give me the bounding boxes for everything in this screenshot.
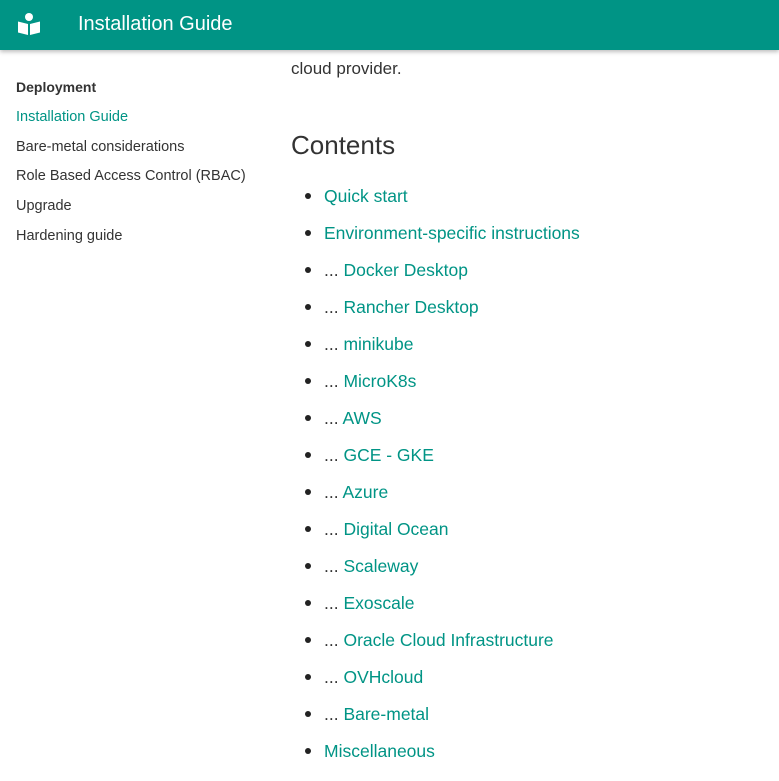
toc-list-item: ... Scaleway [291, 554, 580, 591]
sidebar-item-installation-guide[interactable]: Installation Guide [16, 108, 276, 126]
toc-item-prefix: ... [324, 371, 344, 391]
toc-item-prefix: ... [324, 630, 344, 650]
toc-link[interactable]: Oracle Cloud Infrastructure [343, 630, 553, 650]
toc-link[interactable]: Digital Ocean [343, 519, 448, 539]
toc-list-item: ... Oracle Cloud Infrastructure [291, 628, 580, 665]
sidebar-item-rbac[interactable]: Role Based Access Control (RBAC) [16, 167, 276, 185]
toc-item-prefix: ... [324, 482, 343, 502]
toc-list-item: ... Azure [291, 480, 580, 517]
toc-link[interactable]: AWS [342, 408, 381, 428]
table-of-contents: Quick start Environment-specific instruct… [291, 184, 580, 776]
bullet-icon [305, 489, 311, 495]
toc-item-prefix: ... [324, 260, 344, 280]
toc-list-item: ... GCE - GKE [291, 443, 580, 480]
toc-item-prefix: ... [324, 556, 344, 576]
toc-list-item: ... Bare-metal [291, 702, 580, 739]
toc-item-prefix: ... [324, 519, 344, 539]
toc-link[interactable]: Bare-metal [343, 704, 429, 724]
toc-item-prefix: ... [324, 593, 344, 613]
contents-heading: Contents [291, 130, 396, 160]
toc-link[interactable]: Docker Desktop [343, 260, 468, 280]
toc-link[interactable]: minikube [343, 334, 413, 354]
sidebar-section-heading: Deployment [16, 79, 97, 95]
bullet-icon [305, 193, 311, 199]
toc-list-item: Environment-specific instructions [291, 221, 580, 258]
bullet-icon [305, 637, 311, 643]
bullet-icon [305, 563, 311, 569]
toc-item-prefix: ... [324, 445, 344, 465]
top-app-bar: Installation Guide [0, 0, 779, 50]
toc-item-prefix: ... [324, 408, 343, 428]
sidebar-item-upgrade[interactable]: Upgrade [16, 197, 276, 215]
sidebar-item-list: Installation Guide Bare-metal considerat… [16, 108, 276, 245]
bullet-icon [305, 341, 311, 347]
bullet-icon [305, 600, 311, 606]
toc-item-prefix: ... [324, 704, 344, 724]
toc-list-item: ... Rancher Desktop [291, 295, 580, 332]
intro-text: cloud provider. [291, 59, 402, 78]
toc-list-item: Miscellaneous [291, 739, 580, 776]
bullet-icon [305, 304, 311, 310]
toc-item-prefix: ... [324, 667, 344, 687]
bullet-icon [305, 267, 311, 273]
toc-item-prefix: ... [324, 334, 344, 354]
toc-list-item: ... Exoscale [291, 591, 580, 628]
book-reader-icon[interactable] [17, 12, 41, 36]
bullet-icon [305, 452, 311, 458]
bullet-icon [305, 526, 311, 532]
bullet-icon [305, 378, 311, 384]
toc-link[interactable]: MicroK8s [343, 371, 416, 391]
toc-list-item: Quick start [291, 184, 580, 221]
toc-link[interactable]: Environment-specific instructions [324, 223, 580, 243]
toc-link[interactable]: Scaleway [343, 556, 418, 576]
toc-list-item: ... AWS [291, 406, 580, 443]
bullet-icon [305, 711, 311, 717]
toc-list-item: ... minikube [291, 332, 580, 369]
toc-list-item: ... Digital Ocean [291, 517, 580, 554]
toc-link[interactable]: Quick start [324, 186, 408, 206]
toc-link[interactable]: Exoscale [343, 593, 414, 613]
toc-list-item: ... OVHcloud [291, 665, 580, 702]
sidebar-nav: Deployment Installation Guide Bare-metal… [16, 78, 276, 256]
bullet-icon [305, 748, 311, 754]
toc-link[interactable]: Rancher Desktop [343, 297, 478, 317]
site-title[interactable]: Installation Guide [78, 12, 233, 36]
toc-link[interactable]: OVHcloud [343, 667, 423, 687]
toc-link[interactable]: GCE - GKE [343, 445, 433, 465]
toc-item-prefix: ... [324, 297, 344, 317]
sidebar-item-hardening-guide[interactable]: Hardening guide [16, 227, 276, 245]
toc-link[interactable]: Azure [342, 482, 388, 502]
toc-link[interactable]: Miscellaneous [324, 741, 435, 761]
bullet-icon [305, 230, 311, 236]
sidebar-item-bare-metal-considerations[interactable]: Bare-metal considerations [16, 138, 276, 156]
bullet-icon [305, 674, 311, 680]
bullet-icon [305, 415, 311, 421]
toc-list-item: ... MicroK8s [291, 369, 580, 406]
toc-list-item: ... Docker Desktop [291, 258, 580, 295]
